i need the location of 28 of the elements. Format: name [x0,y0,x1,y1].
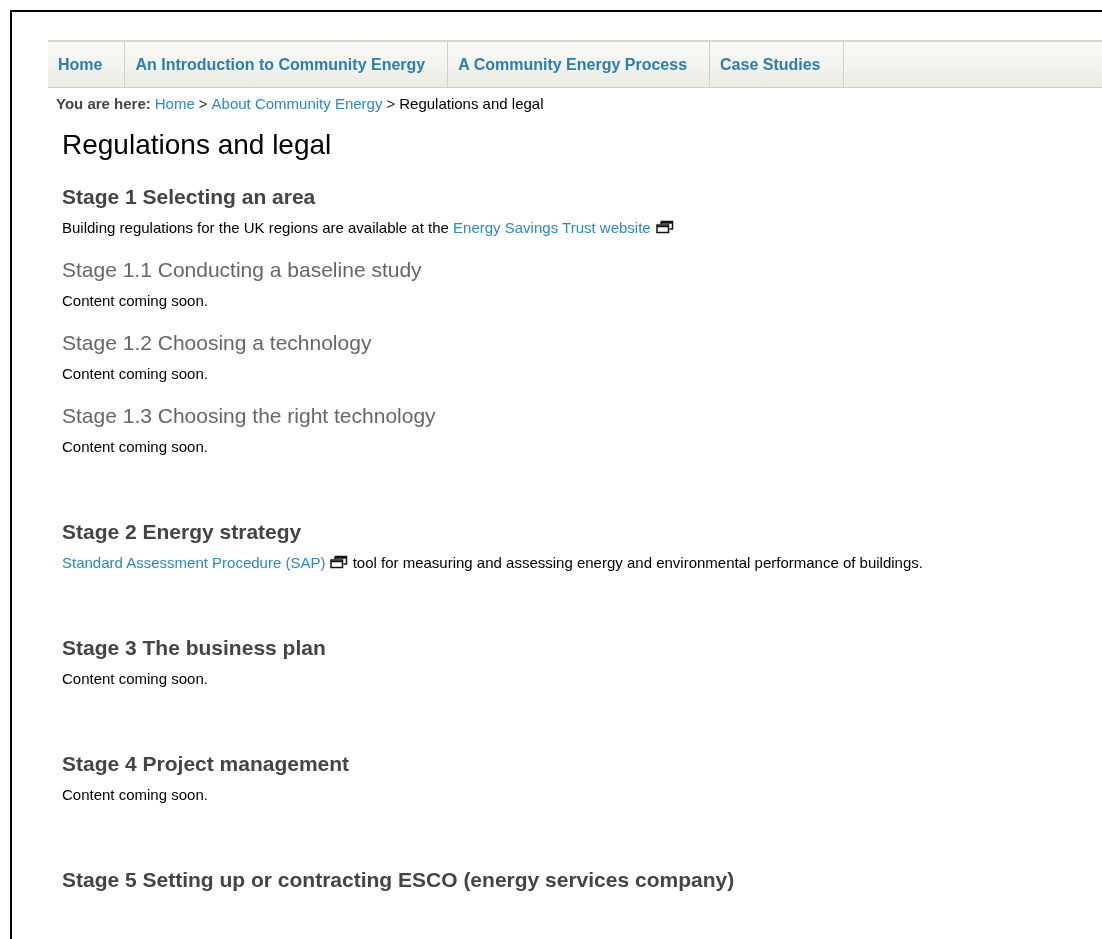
text-link[interactable]: Standard Assessment Procedure (SAP) [62,554,326,571]
stage-heading: Stage 4 Project management [62,751,351,777]
page-title: Regulations and legal [62,128,333,162]
substage-heading: Stage 1.3 Choosing the right technology [62,403,437,429]
substage-heading: Stage 1.1 Conducting a baseline study [62,257,423,283]
stage-heading: Stage 1 Selecting an area [62,184,317,210]
body-text: Content coming soon. [62,785,209,805]
body-text: Standard Assessment Procedure (SAP) tool for measuring and assessing energy and environmental performance of buildings. [62,553,924,573]
breadcrumb-link[interactable]: Home [154,92,195,116]
breadcrumb-separator: > [386,93,396,114]
breadcrumb-separator: > [198,93,208,114]
stage-heading: Stage 3 The business plan [62,635,327,661]
stage-heading: Stage 5 Setting up or contracting ESCO (energy services company) [62,867,736,893]
nav-tab[interactable]: A Community Energy Process [448,42,711,87]
text-link[interactable]: Energy Savings Trust website [453,219,651,236]
body-text: Building regulations for the UK regions are available at the Energy Savings Trust website [62,218,1102,238]
substage-heading: Stage 1.2 Choosing a technology [62,330,373,356]
breadcrumb-current: Regulations and legal [399,93,544,114]
stage-heading: Stage 2 Energy strategy [62,519,303,545]
breadcrumb-label: You are here: [56,93,151,114]
nav-tab[interactable]: An Introduction to Community Energy [125,42,449,87]
nav-tab[interactable]: Home [48,42,126,87]
body-text: Content coming soon. [62,364,209,384]
body-text: Content coming soon. [62,437,209,457]
breadcrumb-link[interactable]: About Community Energy [211,92,383,116]
body-text: Content coming soon. [62,669,209,689]
nav-tab[interactable]: Case Studies [710,42,844,87]
body-text: Content coming soon. [62,291,209,311]
